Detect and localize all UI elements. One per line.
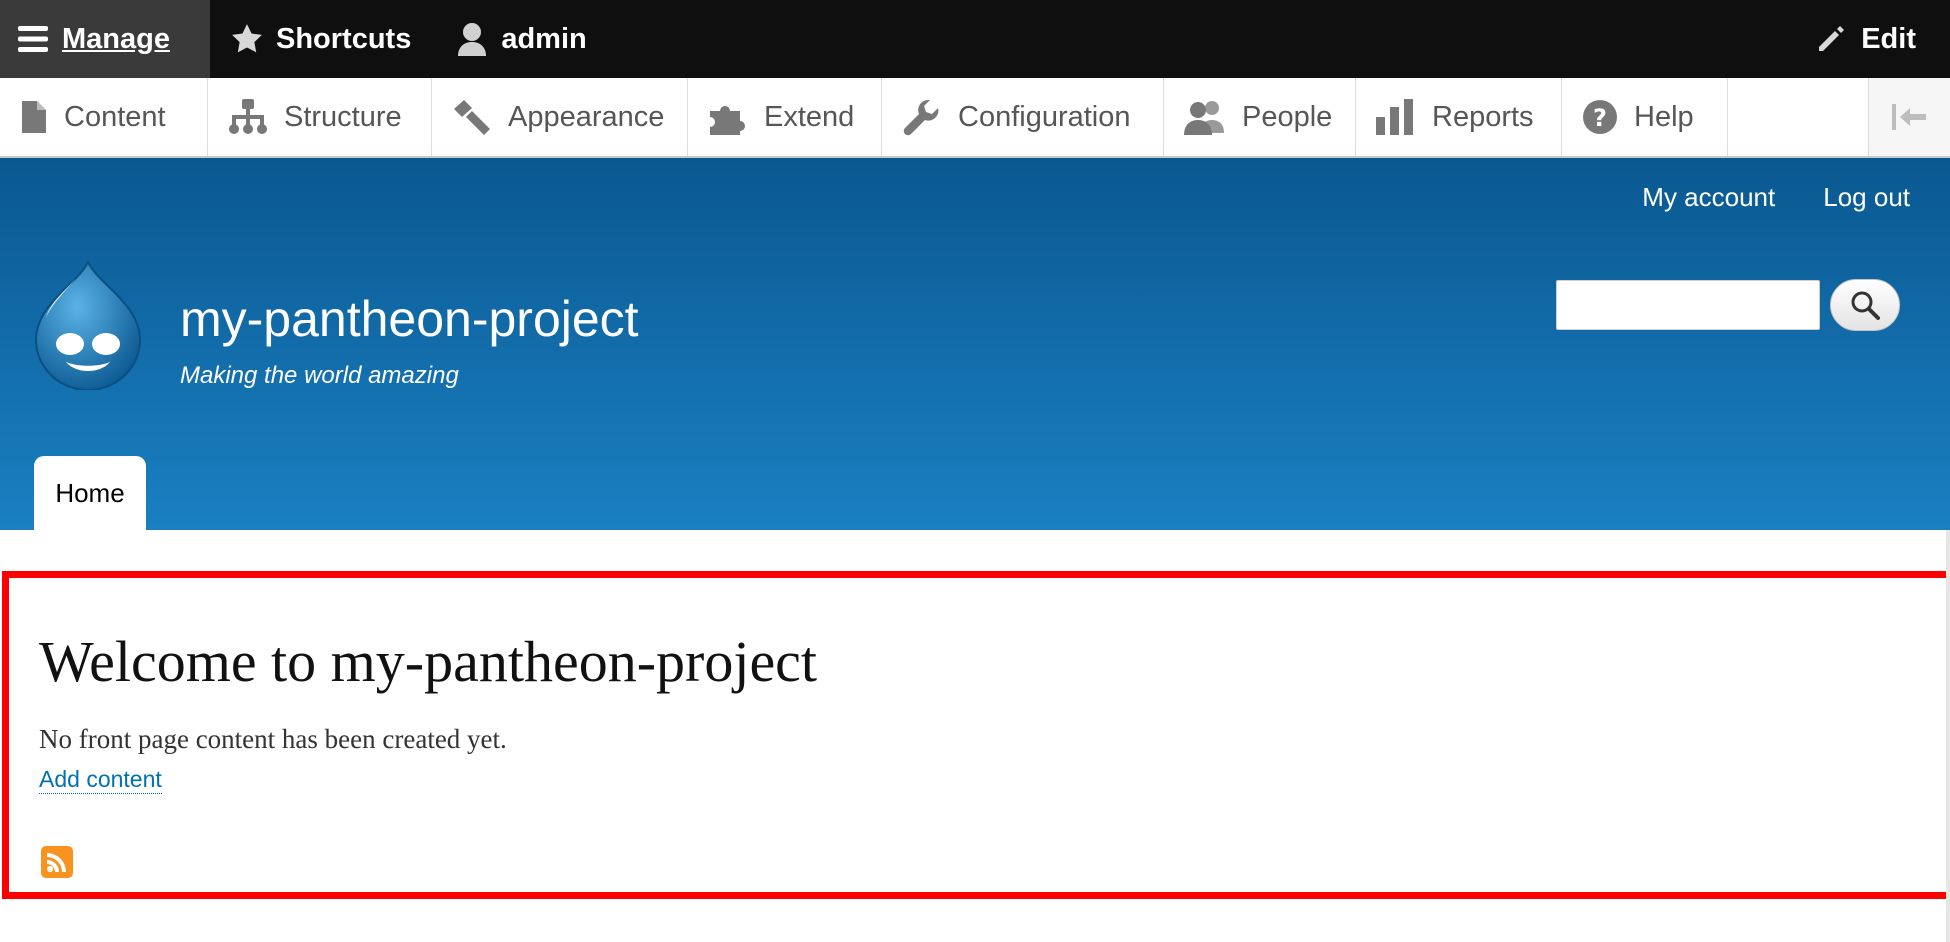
site-logo[interactable]: [28, 258, 148, 395]
add-content-link[interactable]: Add content: [39, 766, 162, 794]
page-title: Welcome to my-pantheon-project: [39, 629, 818, 694]
main-content-region: Welcome to my-pantheon-project No front …: [2, 571, 1950, 899]
wrench-icon: [903, 100, 939, 136]
menu-item-label: Help: [1634, 100, 1694, 133]
bar-chart-icon: [1376, 99, 1413, 135]
puzzle-icon: [710, 106, 745, 135]
log-out-link[interactable]: Log out: [1823, 182, 1910, 213]
site-slogan: Making the world amazing: [180, 362, 459, 389]
svg-text:?: ?: [1593, 104, 1607, 132]
shortcuts-label: Shortcuts: [276, 22, 412, 55]
admin-menu: Content Structure Appearance Extend Conf…: [0, 78, 1950, 158]
menu-item-configuration[interactable]: Configuration: [882, 78, 1164, 156]
site-header: My account Log out my-pantheon-project M…: [0, 158, 1950, 530]
menu-item-label: People: [1242, 100, 1333, 133]
empty-front-page-text: No front page content has been created y…: [39, 724, 507, 754]
edit-label: Edit: [1861, 22, 1916, 55]
star-icon: [232, 24, 262, 53]
manage-tab[interactable]: Manage: [0, 0, 210, 78]
menu-item-help[interactable]: ? Help: [1562, 78, 1728, 156]
pencil-icon: [1819, 26, 1845, 51]
brush-icon: [454, 100, 490, 135]
people-icon: [1184, 101, 1224, 135]
secondary-menu: My account Log out: [1642, 182, 1910, 213]
rss-feed-button[interactable]: [41, 846, 73, 878]
site-name[interactable]: my-pantheon-project: [180, 290, 639, 348]
search-input[interactable]: [1556, 280, 1820, 330]
menu-item-content[interactable]: Content: [0, 78, 208, 156]
menu-item-label: Appearance: [508, 100, 665, 133]
help-icon: ?: [1583, 100, 1617, 134]
main-nav-home[interactable]: Home: [34, 456, 146, 530]
rss-icon: [47, 853, 66, 872]
user-label: admin: [501, 22, 587, 55]
menu-item-extend[interactable]: Extend: [688, 78, 882, 156]
sitemap-icon: [229, 99, 267, 134]
menu-item-label: Structure: [284, 100, 402, 133]
admin-toolbar: Manage Shortcuts admin Edit: [0, 0, 1950, 78]
my-account-link[interactable]: My account: [1642, 182, 1775, 213]
user-tab[interactable]: admin: [411, 0, 587, 78]
shortcuts-tab[interactable]: Shortcuts: [210, 0, 411, 78]
menu-item-label: Reports: [1432, 100, 1534, 133]
collapse-toolbar-button[interactable]: [1868, 78, 1950, 156]
drupal-drop-icon: [34, 259, 142, 391]
menu-item-label: Extend: [764, 100, 855, 133]
search-icon: [1851, 291, 1880, 320]
menu-item-label: Content: [64, 100, 166, 133]
edit-button[interactable]: Edit: [1815, 0, 1916, 78]
menu-item-label: Configuration: [958, 100, 1131, 133]
manage-label: Manage: [62, 22, 170, 55]
search-button[interactable]: [1830, 279, 1900, 331]
menu-item-appearance[interactable]: Appearance: [432, 78, 688, 156]
page-edge-divider: [1946, 530, 1950, 942]
user-icon: [458, 23, 487, 56]
menu-item-people[interactable]: People: [1164, 78, 1356, 156]
menu-item-reports[interactable]: Reports: [1356, 78, 1562, 156]
menu-item-structure[interactable]: Structure: [208, 78, 432, 156]
hamburger-icon: [18, 26, 48, 52]
collapse-left-icon: [1891, 104, 1926, 130]
file-icon: [22, 101, 46, 133]
